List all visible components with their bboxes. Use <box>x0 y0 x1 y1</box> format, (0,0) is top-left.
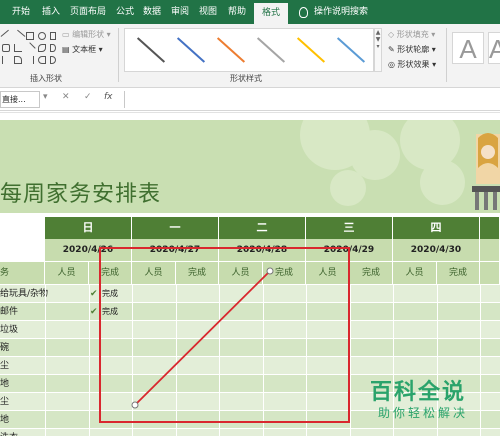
column-divider <box>480 284 481 436</box>
shape-styles-gallery[interactable] <box>124 28 374 72</box>
table-row[interactable]: 洗衣 <box>0 429 500 436</box>
task-column-header[interactable]: 务 <box>0 262 45 284</box>
style-swatch-gray[interactable] <box>256 37 286 63</box>
day-header-thu[interactable]: 四 <box>393 217 480 239</box>
task-label: 尘 <box>0 361 10 371</box>
right-bracket-shape-icon[interactable] <box>26 56 34 64</box>
insert-shapes-group-label: 插入形状 <box>30 74 62 83</box>
brace-shape-icon[interactable] <box>14 56 22 64</box>
style-swatch-gold[interactable] <box>296 37 326 63</box>
task-label: 碗 <box>0 343 10 353</box>
cancel-icon[interactable]: ✕ <box>62 92 70 102</box>
person-header[interactable]: 人员 <box>45 262 89 284</box>
curve-shape-icon[interactable] <box>38 44 46 52</box>
edit-shape-label: 编辑形状 <box>72 30 105 39</box>
rounded-rect-shape-icon[interactable] <box>50 32 56 40</box>
done-header[interactable]: 完成 <box>350 262 393 284</box>
tab-home[interactable]: 开始 <box>12 0 30 24</box>
ribbon-format: ▭ 编辑形状 ▾ ▤ 文本框 ▾ 插入形状 ▲ ▼ ▾ 形状样式 ◇ 形状填充 ▾ … <box>0 24 500 88</box>
watermark-slogan: 助你轻松解决 <box>378 406 469 420</box>
cartoon-illustration <box>472 133 500 210</box>
wordart-style-b[interactable]: A <box>488 32 500 64</box>
shape-fill-button[interactable]: ◇ 形状填充 ▾ <box>388 29 435 40</box>
task-label: 垃圾 <box>0 325 19 335</box>
left-brace-shape-icon[interactable] <box>38 56 46 64</box>
shape-effects-button[interactable]: ◎ 形状效果 ▾ <box>388 59 436 70</box>
group-separator <box>446 28 447 82</box>
connector-shape-icon[interactable] <box>14 44 22 52</box>
check-icon: ✔ <box>90 307 98 317</box>
decor-bubble <box>420 160 465 205</box>
decor-bubble <box>330 170 366 206</box>
style-swatch-blue[interactable] <box>176 37 206 63</box>
tab-view[interactable]: 视图 <box>199 0 217 24</box>
task-label: 尘 <box>0 397 10 407</box>
bracket-shape-icon[interactable] <box>2 56 10 64</box>
tell-me-search[interactable]: 操作说明搜索 <box>314 0 368 24</box>
task-label: 地 <box>0 379 10 389</box>
name-box[interactable]: 直接... <box>0 91 40 108</box>
line-shape-icon[interactable] <box>0 29 14 43</box>
day-header-sun[interactable]: 日 <box>45 217 132 239</box>
style-swatch-orange[interactable] <box>216 37 246 63</box>
wordart-style-a[interactable]: A <box>452 32 484 64</box>
person-header[interactable] <box>480 262 500 284</box>
day-header-mon[interactable]: 一 <box>132 217 219 239</box>
sheet-title: 每周家务安排表 <box>0 182 162 207</box>
arrow-shape-icon[interactable] <box>12 29 26 43</box>
tab-format[interactable]: 格式 <box>254 3 289 24</box>
tab-help[interactable]: 帮助 <box>228 0 246 24</box>
oval-shape-icon[interactable] <box>38 32 46 40</box>
right-brace-shape-icon[interactable] <box>50 56 56 64</box>
task-label: 邮件 <box>0 307 19 317</box>
formula-input[interactable] <box>124 91 500 108</box>
group-separator <box>118 28 119 82</box>
tab-page-layout[interactable]: 页面布局 <box>70 0 106 24</box>
diagonal-shape-icon[interactable] <box>24 42 36 54</box>
tab-insert[interactable]: 插入 <box>42 0 60 24</box>
shape-outline-label: 形状轮廓 <box>397 45 430 54</box>
person-header[interactable]: 人员 <box>393 262 437 284</box>
lightbulb-icon <box>299 7 308 18</box>
gallery-scroll[interactable]: ▲ ▼ ▾ <box>374 28 382 72</box>
day-header-tue[interactable]: 二 <box>219 217 306 239</box>
style-swatch-black[interactable] <box>136 37 166 63</box>
shape-effects-label: 形状效果 <box>397 60 430 69</box>
day-header-fri[interactable] <box>480 217 500 239</box>
task-label: 给玩具/杂物 <box>0 289 49 299</box>
style-swatch-lightblue[interactable] <box>336 37 366 63</box>
insert-function-icon[interactable]: fx <box>104 92 113 102</box>
tab-review[interactable]: 审阅 <box>171 0 189 24</box>
shape-outline-button[interactable]: ✎ 形状轮廓 ▾ <box>388 44 436 55</box>
name-box-dropdown-icon[interactable]: ▾ <box>43 92 48 102</box>
enter-icon[interactable]: ✓ <box>84 92 92 102</box>
check-icon: ✔ <box>90 289 98 299</box>
tab-formulas[interactable]: 公式 <box>116 0 134 24</box>
column-divider <box>45 284 46 436</box>
edit-shape-button[interactable]: ▭ 编辑形状 ▾ <box>62 29 111 40</box>
task-label: 地 <box>0 415 10 425</box>
ribbon-tabs: 开始 插入 页面布局 公式 数据 审阅 视图 帮助 格式 操作说明搜索 <box>0 0 500 24</box>
watermark-logo-text: 百科全说 <box>370 380 467 405</box>
shape-fill-label: 形状填充 <box>396 30 429 39</box>
rect-rounded-shape-icon[interactable] <box>2 44 10 52</box>
rectangle-shape-icon[interactable] <box>26 32 34 40</box>
tab-data[interactable]: 数据 <box>143 0 161 24</box>
formula-bar: 直接... ▾ ✕ ✓ fx <box>0 89 500 111</box>
text-box-button[interactable]: ▤ 文本框 ▾ <box>62 44 103 55</box>
shapes-gallery[interactable] <box>0 29 58 70</box>
task-label: 洗衣 <box>0 429 18 436</box>
date-cell[interactable]: 2020/4/30 <box>393 239 480 261</box>
arc-shape-icon[interactable] <box>50 44 56 52</box>
day-header-wed[interactable]: 三 <box>306 217 393 239</box>
done-header[interactable]: 完成 <box>437 262 480 284</box>
text-box-label: 文本框 <box>72 45 97 54</box>
column-divider <box>350 284 351 436</box>
date-cell[interactable] <box>480 239 500 261</box>
shape-styles-group-label: 形状样式 <box>230 74 262 83</box>
annotation-highlight-box <box>99 247 350 423</box>
